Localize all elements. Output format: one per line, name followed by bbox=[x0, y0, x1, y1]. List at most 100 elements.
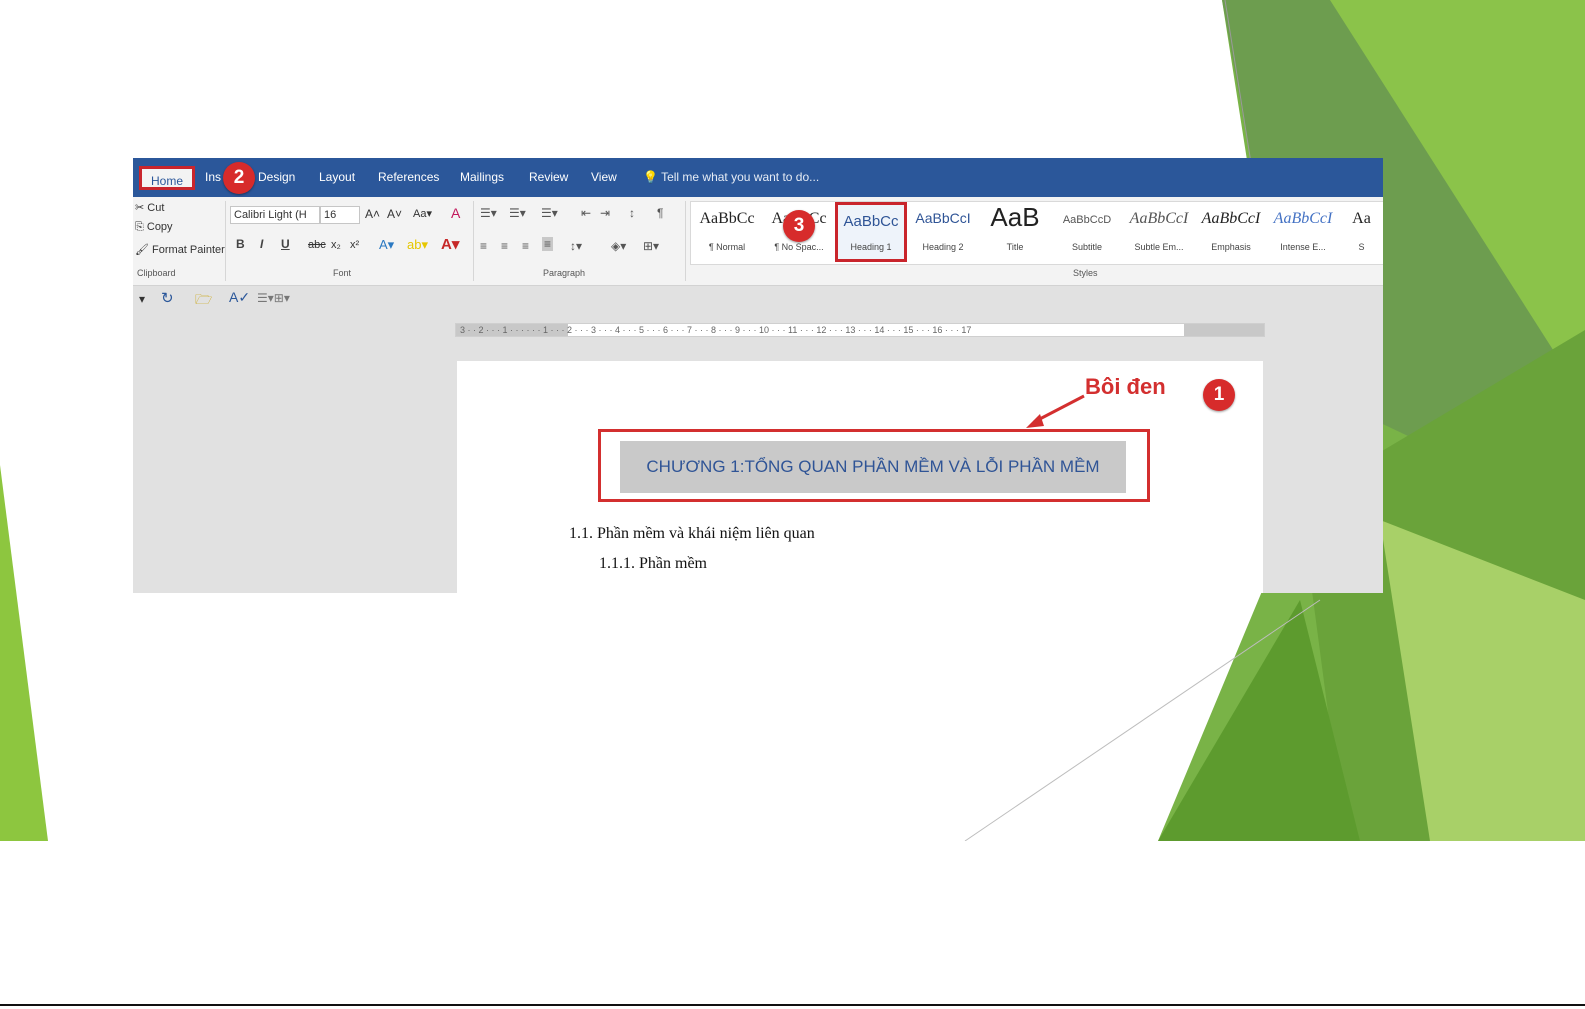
shading-icon[interactable]: ◈▾ bbox=[611, 239, 626, 253]
pilcrow-icon[interactable]: ¶ bbox=[657, 206, 663, 220]
style-name: Subtle Em... bbox=[1134, 242, 1184, 252]
decrease-indent-icon[interactable]: ⇤ bbox=[581, 206, 591, 220]
style-name: Intense E... bbox=[1280, 242, 1326, 252]
tell-me-text: Tell me what you want to do... bbox=[661, 170, 820, 184]
style-subtitle[interactable]: AaBbCcD Subtitle bbox=[1051, 202, 1123, 262]
style-preview: AaBbCcI bbox=[1273, 210, 1333, 227]
font-family-select[interactable]: Calibri Light (H bbox=[230, 206, 320, 224]
font-grow-icon[interactable]: A˄ bbox=[365, 207, 380, 221]
font-size-select[interactable]: 16 bbox=[320, 206, 360, 224]
italic-button[interactable]: I bbox=[260, 237, 263, 251]
tab-mailings[interactable]: Mailings bbox=[460, 170, 504, 184]
styles-group-label: Styles bbox=[1073, 268, 1098, 278]
line-spacing-icon[interactable]: ↕▾ bbox=[570, 239, 582, 253]
change-case-icon[interactable]: Aa▾ bbox=[413, 207, 432, 220]
cut-button[interactable]: ✂ Cut bbox=[135, 201, 164, 214]
group-divider bbox=[685, 201, 686, 281]
highlight-callout-label: Bôi đen bbox=[1085, 374, 1166, 399]
step-3-badge: 3 bbox=[783, 210, 815, 242]
tab-design[interactable]: Design bbox=[258, 170, 295, 184]
callout-arrow-icon bbox=[1026, 394, 1085, 428]
bullets-icon[interactable]: ☰▾ bbox=[480, 206, 497, 220]
tab-view[interactable]: View bbox=[591, 170, 617, 184]
font-color-icon[interactable]: A▾ bbox=[441, 235, 459, 253]
underline-button[interactable]: U bbox=[281, 237, 290, 251]
multilevel-list-icon[interactable]: ☰▾ bbox=[541, 206, 558, 220]
style-preview: AaBbCcI bbox=[1129, 210, 1189, 227]
clear-format-icon[interactable]: A bbox=[451, 205, 460, 221]
sort-icon[interactable]: ↕ bbox=[629, 206, 635, 220]
text-effects-icon[interactable]: A▾ bbox=[379, 237, 394, 253]
chapter-heading[interactable]: CHƯƠNG 1:TỔNG QUAN PHẦN MỀM VÀ LỖI PHẦN … bbox=[620, 441, 1126, 493]
copy-button[interactable]: ⎘ Copy bbox=[135, 221, 173, 234]
paragraph-group-label: Paragraph bbox=[543, 268, 586, 278]
superscript-icon[interactable]: x² bbox=[350, 239, 359, 251]
group-divider bbox=[225, 201, 226, 281]
style-subtle-emphasis[interactable]: AaBbCcI Subtle Em... bbox=[1123, 202, 1195, 262]
group-divider bbox=[473, 201, 474, 281]
style-preview: AaB bbox=[990, 202, 1040, 232]
text-selection: CHƯƠNG 1:TỔNG QUAN PHẦN MỀM VÀ LỖI PHẦN … bbox=[620, 441, 1126, 493]
copy-icon: ⎘ bbox=[135, 221, 144, 233]
tell-me-search[interactable]: 💡 Tell me what you want to do... bbox=[643, 170, 819, 184]
style-preview: Aa bbox=[1352, 210, 1371, 227]
ruler-ticks: 3 · · 2 · · · 1 · · · · · · 1 · · · 2 · … bbox=[460, 325, 972, 335]
style-name: ¶ Normal bbox=[708, 242, 746, 252]
increase-indent-icon[interactable]: ⇥ bbox=[600, 206, 610, 220]
style-heading-2[interactable]: AaBbCcI Heading 2 bbox=[907, 202, 979, 262]
quick-access-toolbar: ▾ ↻ 🗁 A✓ ☰▾⊞▾ bbox=[133, 286, 1383, 312]
slide-bottom-border bbox=[0, 1004, 1585, 1006]
spelling-icon[interactable]: A✓ bbox=[229, 289, 250, 306]
align-center-icon[interactable]: ≡ bbox=[501, 239, 508, 253]
ruler-right-margin bbox=[1184, 324, 1264, 336]
tab-insert[interactable]: Ins bbox=[205, 170, 221, 184]
style-heading-1[interactable]: AaBbCc Heading 1 bbox=[835, 202, 907, 262]
style-partial[interactable]: Aa S bbox=[1339, 202, 1383, 262]
tab-references[interactable]: References bbox=[378, 170, 439, 184]
highlight-icon[interactable]: ab▾ bbox=[407, 237, 428, 253]
style-preview: AaBbCcI bbox=[1201, 210, 1261, 227]
clipboard-group-label: Clipboard bbox=[137, 268, 176, 278]
copy-label: Copy bbox=[146, 221, 173, 233]
font-group-label: Font bbox=[333, 268, 352, 278]
align-right-icon[interactable]: ≡ bbox=[522, 239, 529, 253]
more-commands-icon[interactable]: ☰▾⊞▾ bbox=[257, 291, 290, 305]
style-emphasis[interactable]: AaBbCcI Emphasis bbox=[1195, 202, 1267, 262]
align-left-icon[interactable]: ≡ bbox=[480, 239, 487, 253]
borders-icon[interactable]: ⊞▾ bbox=[643, 239, 659, 253]
tab-review[interactable]: Review bbox=[529, 170, 568, 184]
format-painter-button[interactable]: 🖌 Format Painter bbox=[135, 243, 225, 256]
style-preview: AaBbCcD bbox=[1062, 214, 1112, 226]
open-folder-icon[interactable]: 🗁 bbox=[195, 289, 212, 313]
subscript-icon[interactable]: x₂ bbox=[331, 239, 341, 251]
selected-heading-highlight: CHƯƠNG 1:TỔNG QUAN PHẦN MỀM VÀ LỖI PHẦN … bbox=[598, 429, 1150, 502]
style-name: Heading 1 bbox=[850, 242, 892, 252]
numbering-icon[interactable]: ☰▾ bbox=[509, 206, 526, 220]
home-ribbon: ✂ Cut ⎘ Copy 🖌 Format Painter Clipboard … bbox=[133, 197, 1383, 286]
style-name: Title bbox=[1006, 242, 1024, 252]
style-name: Heading 2 bbox=[922, 242, 964, 252]
tab-home[interactable]: Home bbox=[139, 166, 195, 190]
style-name: ¶ No Spac... bbox=[774, 242, 824, 252]
format-painter-label: Format Painter bbox=[152, 244, 225, 256]
section-heading[interactable]: 1.1. Phần mềm và khái niệm liên quan bbox=[569, 525, 815, 543]
subsection-heading[interactable]: 1.1.1. Phần mềm bbox=[599, 555, 707, 573]
tab-layout[interactable]: Layout bbox=[319, 170, 355, 184]
strikethrough-icon[interactable]: abc bbox=[308, 239, 326, 251]
style-title[interactable]: AaB Title bbox=[979, 202, 1051, 262]
step-1-badge: 1 bbox=[1203, 379, 1235, 411]
lightbulb-icon: 💡 bbox=[643, 170, 658, 184]
ribbon-tab-bar: Home Ins Design Layout References Mailin… bbox=[133, 158, 1383, 197]
style-preview: AaBbCc bbox=[843, 213, 899, 230]
justify-icon[interactable]: ≡ bbox=[542, 237, 554, 251]
redo-icon[interactable]: ↻ bbox=[161, 289, 174, 307]
font-shrink-icon[interactable]: A˅ bbox=[387, 207, 402, 221]
style-intense-emphasis[interactable]: AaBbCcI Intense E... bbox=[1267, 202, 1339, 262]
dropdown-icon[interactable]: ▾ bbox=[139, 292, 145, 306]
word-screenshot: Home Ins Design Layout References Mailin… bbox=[133, 158, 1383, 593]
style-normal[interactable]: AaBbCc ¶ Normal bbox=[691, 202, 763, 262]
style-name: Emphasis bbox=[1211, 242, 1251, 252]
scissors-icon: ✂ bbox=[135, 202, 145, 214]
horizontal-ruler[interactable]: 3 · · 2 · · · 1 · · · · · · 1 · · · 2 · … bbox=[455, 323, 1265, 337]
bold-button[interactable]: B bbox=[236, 237, 245, 251]
